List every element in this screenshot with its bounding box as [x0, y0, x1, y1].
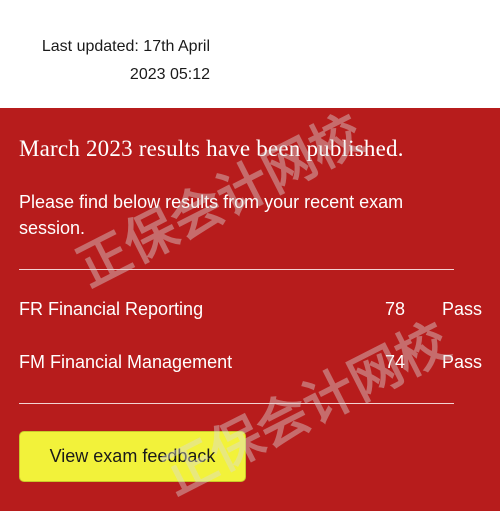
result-row: FM Financial Management 74 Pass: [19, 349, 484, 375]
results-notice-panel: March 2023 results have been published. …: [0, 108, 500, 511]
results-headline: March 2023 results have been published.: [19, 136, 404, 161]
result-status: Pass: [441, 352, 482, 372]
divider-bottom: [19, 403, 454, 404]
last-updated-line-2: 2023 05:12: [129, 66, 210, 83]
result-status: Pass: [441, 299, 482, 319]
result-score: 74: [384, 352, 405, 372]
result-subject: FR Financial Reporting: [19, 299, 204, 319]
divider-top: [19, 269, 454, 270]
result-row: FR Financial Reporting 78 Pass: [19, 296, 484, 322]
last-updated-timestamp: Last updated: 17th April 2023 05:12: [25, 33, 210, 89]
result-score: 78: [384, 299, 405, 319]
result-subject: FM Financial Management: [19, 352, 233, 372]
results-intro-text: Please find below results from your rece…: [19, 192, 404, 238]
view-exam-feedback-button[interactable]: View exam feedback: [19, 431, 246, 482]
last-updated-line-1: Last updated: 17th April: [41, 38, 210, 55]
top-bar: Last updated: 17th April 2023 05:12: [0, 0, 500, 108]
